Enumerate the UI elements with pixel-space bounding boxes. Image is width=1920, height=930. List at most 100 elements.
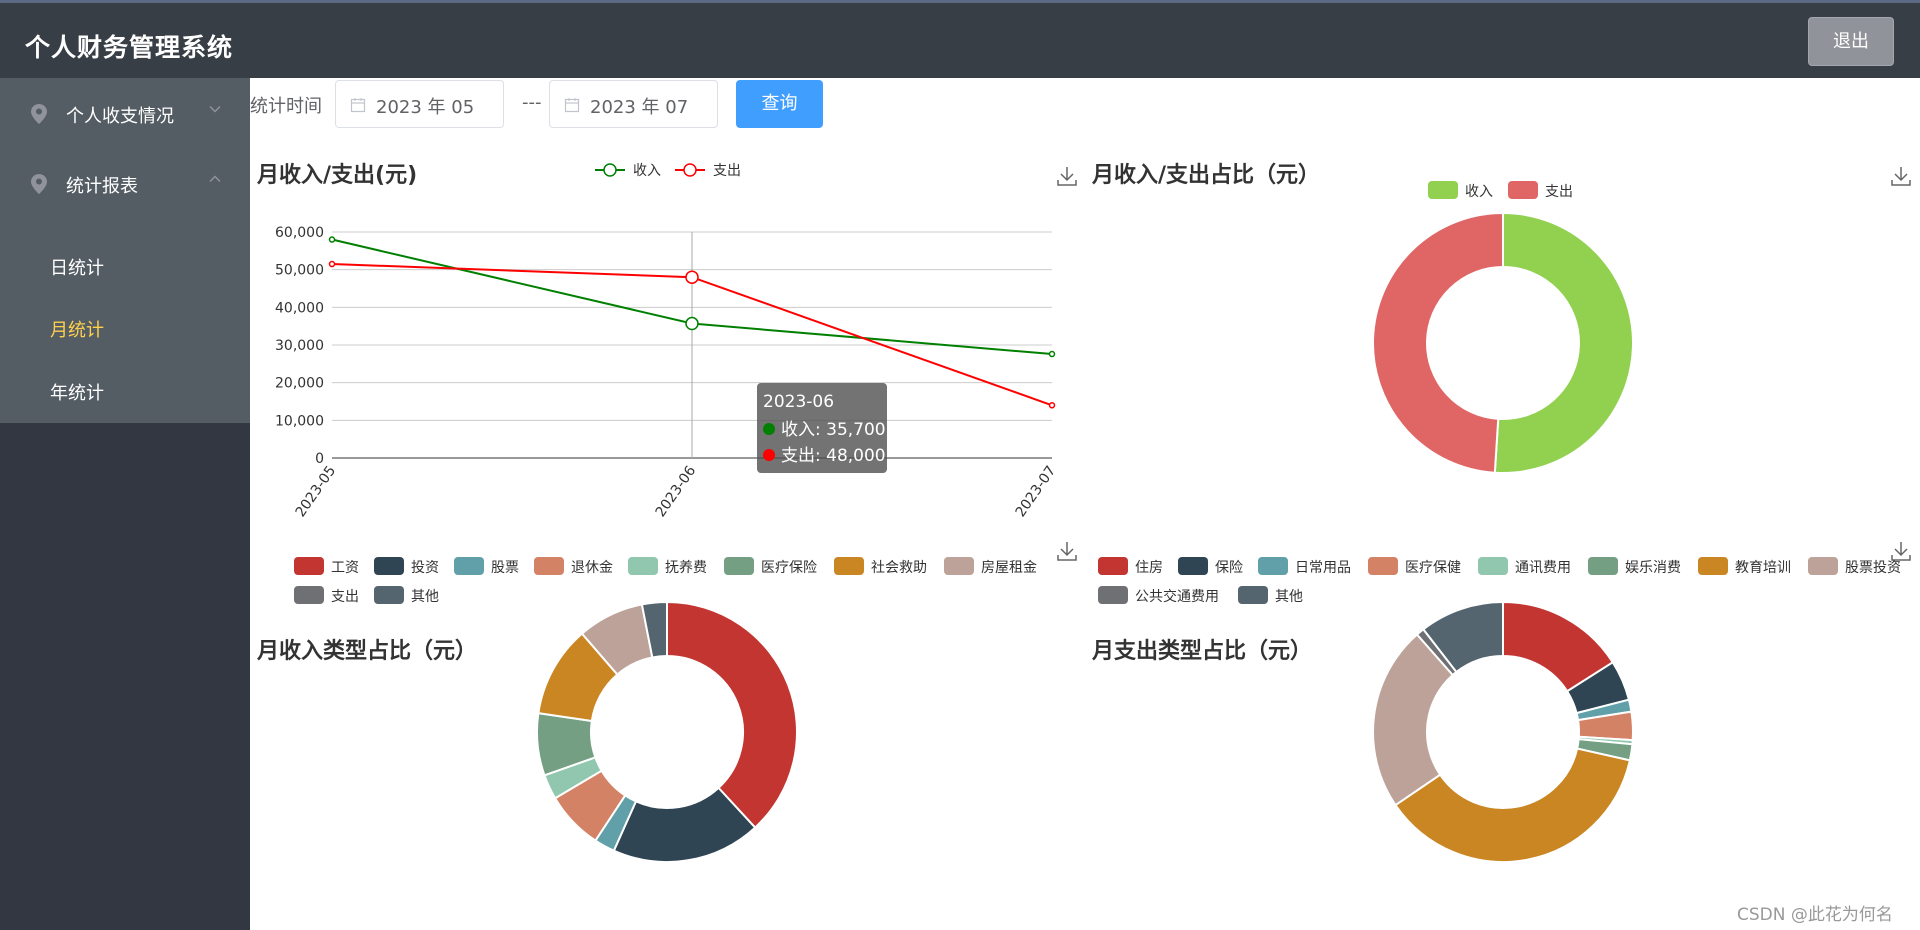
data-point (1048, 350, 1056, 358)
legend-label: 社会救助 (871, 560, 927, 576)
submenu-daily[interactable]: 日统计 (0, 236, 250, 296)
legend-label: 保险 (1215, 560, 1243, 576)
submenu-yearly[interactable]: 年统计 (0, 361, 250, 421)
y-tick-label: 10,000 (275, 413, 324, 429)
end-date-input[interactable]: 2023 年 07 (549, 80, 718, 128)
legend-swatch (1478, 557, 1508, 575)
legend-label: 抚养费 (665, 560, 707, 576)
download-icon[interactable] (1890, 165, 1912, 187)
start-date-value: 2023 年 05 (376, 97, 475, 118)
top-bar: 个人财务管理系统 退出 (0, 0, 1920, 78)
tooltip-row: 支出: 48,000 (781, 446, 886, 466)
legend-label: 股票 (491, 560, 519, 576)
legend-swatch (1368, 557, 1398, 575)
x-tick-label: 2023-06 (653, 463, 700, 520)
chevron-down-icon (209, 105, 221, 113)
legend-label: 医疗保险 (761, 560, 817, 576)
logout-button[interactable]: 退出 (1808, 17, 1894, 66)
expense-type-pie (1372, 600, 1634, 863)
legend-label: 投资 (411, 560, 439, 576)
data-point (328, 236, 336, 243)
legend-label: 支出 (1545, 184, 1573, 200)
data-point (1048, 402, 1056, 409)
chevron-up-icon (209, 175, 221, 183)
legend-label: 工资 (331, 560, 359, 576)
y-tick-label: 40,000 (275, 300, 324, 316)
legend-marker (603, 163, 617, 177)
calendar-icon (350, 98, 366, 113)
legend-label: 其他 (1275, 589, 1303, 605)
legend-swatch (1508, 181, 1538, 199)
data-point (685, 316, 699, 331)
income-expense-pie: 收入 支出 (1372, 181, 1634, 474)
y-tick-label: 50,000 (275, 263, 324, 279)
legend-swatch (1238, 586, 1268, 604)
filter-label: 统计时间 (250, 96, 322, 117)
x-tick-label: 2023-07 (1013, 463, 1060, 520)
legend-label: 支出 (713, 163, 741, 179)
legend-swatch (374, 557, 404, 575)
legend-label: 娱乐消费 (1625, 560, 1681, 576)
legend-swatch (1588, 557, 1618, 575)
tooltip-marker (763, 423, 775, 435)
pie-slice (1493, 211, 1634, 474)
watermark: CSDN @此花为何名 (1737, 905, 1893, 925)
date-filter: 统计时间 2023 年 05 --- 2023 年 07 查询 (250, 78, 850, 132)
app-root: 个人财务管理系统 退出 个人收支情况 统计报表 日统计 月统计 年统计 统计时间… (0, 0, 1920, 930)
legend-swatch (454, 557, 484, 575)
legend-label: 医疗保健 (1405, 560, 1461, 576)
end-date-value: 2023 年 07 (590, 97, 689, 118)
sidebar-menu: 个人收支情况 统计报表 日统计 月统计 年统计 (0, 78, 250, 423)
tooltip-title: 2023-06 (763, 392, 834, 412)
legend-swatch (628, 557, 658, 575)
legend-label: 收入 (633, 163, 661, 179)
legend-swatch (1098, 557, 1128, 575)
legend-swatch (294, 586, 324, 604)
start-date-input[interactable]: 2023 年 05 (335, 80, 504, 128)
legend-swatch (724, 557, 754, 575)
menu-label: 个人收支情况 (66, 106, 174, 127)
legend-label: 其他 (411, 589, 439, 605)
menu-reports[interactable]: 统计报表 (0, 148, 250, 218)
query-button[interactable]: 查询 (736, 80, 823, 128)
legend-swatch (1698, 557, 1728, 575)
expense-type-chart-title: 月支出类型占比（元） (1092, 639, 1313, 664)
tooltip-row: 收入: 35,700 (781, 420, 886, 440)
legend-marker (683, 163, 697, 177)
legend-swatch (1098, 586, 1128, 604)
app-title: 个人财务管理系统 (25, 33, 234, 62)
legend-label: 股票投资 (1845, 560, 1901, 576)
tooltip-marker (763, 449, 775, 461)
y-tick-label: 0 (315, 451, 324, 467)
menu-income-expense[interactable]: 个人收支情况 (0, 78, 250, 148)
y-tick-label: 30,000 (275, 338, 324, 354)
pie-slice (666, 600, 798, 829)
location-pin-icon (31, 104, 47, 124)
legend-label: 公共交通费用 (1135, 588, 1219, 605)
location-pin-icon (31, 174, 47, 194)
legend-label: 通讯费用 (1515, 560, 1571, 576)
y-tick-label: 60,000 (275, 225, 324, 241)
legend-label: 教育培训 (1735, 560, 1791, 576)
legend-swatch (374, 586, 404, 604)
legend-swatch (534, 557, 564, 575)
legend-swatch (294, 557, 324, 575)
legend-label: 支出 (331, 589, 359, 605)
line-chart: 0 10,000 20,000 30,000 40,000 50,000 60,000 202… (275, 163, 1060, 520)
income-type-pie (536, 600, 798, 863)
legend-swatch (834, 557, 864, 575)
legend-swatch (944, 557, 974, 575)
legend-label: 房屋租金 (981, 560, 1037, 576)
legend-label: 退休金 (571, 560, 613, 576)
legend-label: 日常用品 (1295, 560, 1351, 576)
pie-slice (1372, 211, 1504, 474)
legend-swatch (1178, 557, 1208, 575)
pie-chart-title: 月收入/支出占比（元） (1092, 163, 1321, 188)
submenu-label: 年统计 (50, 383, 104, 404)
legend-swatch (1808, 557, 1838, 575)
submenu-monthly[interactable]: 月统计 (0, 298, 250, 358)
sidebar: 个人收支情况 统计报表 日统计 月统计 年统计 (0, 78, 250, 930)
legend-swatch (1428, 181, 1458, 199)
income-type-chart-title: 月收入类型占比（元） (257, 639, 478, 664)
data-point (328, 260, 336, 268)
